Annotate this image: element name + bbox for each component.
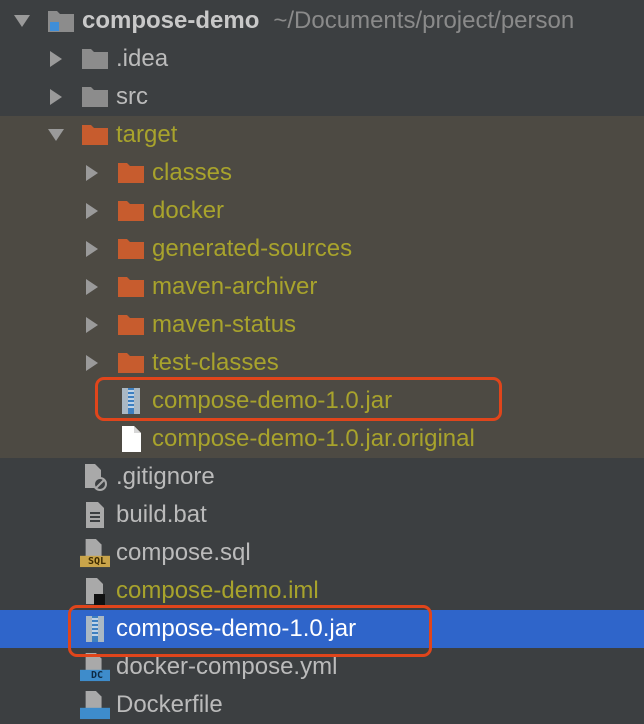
jar-file-icon xyxy=(80,614,110,644)
text-file-icon xyxy=(116,424,146,454)
tree-label: docker-compose.yml xyxy=(116,653,338,680)
tree-row-project-root[interactable]: compose-demo ~/Documents/project/person xyxy=(0,2,644,40)
iml-file-icon xyxy=(80,576,110,606)
tree-row-maven-status[interactable]: maven-status xyxy=(0,306,644,344)
tree-label: classes xyxy=(152,159,233,186)
tree-row-target-jar[interactable]: compose-demo-1.0.jar xyxy=(0,382,644,420)
chevron-right-icon[interactable] xyxy=(80,268,104,306)
folder-orange-icon xyxy=(116,310,146,340)
tree-row-maven-archiver[interactable]: maven-archiver xyxy=(0,268,644,306)
tree-row-compose-sql[interactable]: SQL compose.sql xyxy=(0,534,644,572)
tree-row-docker[interactable]: docker xyxy=(0,192,644,230)
tree-row-gitignore[interactable]: .gitignore xyxy=(0,458,644,496)
chevron-right-icon[interactable] xyxy=(80,230,104,268)
tree-row-classes[interactable]: classes xyxy=(0,154,644,192)
project-name: compose-demo xyxy=(82,7,260,34)
chevron-down-icon[interactable] xyxy=(10,2,34,40)
tree-row-idea[interactable]: .idea xyxy=(0,40,644,78)
tree-label: maven-status xyxy=(152,311,297,338)
tree-label: docker xyxy=(152,197,225,224)
tree-label: .gitignore xyxy=(116,463,215,490)
dc-badge-text: DC xyxy=(90,670,104,681)
tree-label: compose-demo-1.0.jar.original xyxy=(152,425,475,452)
chevron-right-icon[interactable] xyxy=(80,192,104,230)
tree-label: compose-demo-1.0.jar xyxy=(152,387,393,414)
folder-orange-icon xyxy=(116,158,146,188)
chevron-right-icon[interactable] xyxy=(80,306,104,344)
tree-row-docker-compose[interactable]: DC docker-compose.yml xyxy=(0,648,644,686)
tree-row-generated-sources[interactable]: generated-sources xyxy=(0,230,644,268)
chevron-right-icon[interactable] xyxy=(80,154,104,192)
folder-icon xyxy=(80,82,110,112)
chevron-right-icon[interactable] xyxy=(44,78,68,116)
folder-orange-icon xyxy=(116,272,146,302)
tree-label: maven-archiver xyxy=(152,273,318,300)
tree-row-jar-original[interactable]: compose-demo-1.0.jar.original xyxy=(0,420,644,458)
tree-row-iml[interactable]: compose-demo.iml xyxy=(0,572,644,610)
sql-badge-text: SQL xyxy=(87,556,107,567)
tree-label: generated-sources xyxy=(152,235,353,262)
tree-label: test-classes xyxy=(152,349,279,376)
folder-orange-icon xyxy=(116,196,146,226)
tree-row-dockerfile[interactable]: Dockerfile xyxy=(0,686,644,724)
project-path: ~/Documents/project/person xyxy=(273,7,575,34)
dockerfile-icon xyxy=(80,690,110,720)
tree-row-build-bat[interactable]: build.bat xyxy=(0,496,644,534)
tree-label: src xyxy=(116,83,148,110)
tree-label: compose-demo-1.0.jar xyxy=(116,615,357,642)
tree-label: build.bat xyxy=(116,501,207,528)
module-folder-icon xyxy=(46,6,76,36)
tree-row-selected-jar[interactable]: compose-demo-1.0.jar xyxy=(0,610,644,648)
folder-icon xyxy=(80,44,110,74)
tree-label: compose-demo.iml xyxy=(116,577,319,604)
folder-orange-icon xyxy=(80,120,110,150)
jar-file-icon xyxy=(116,386,146,416)
chevron-right-icon[interactable] xyxy=(80,344,104,382)
chevron-down-icon[interactable] xyxy=(44,116,68,154)
tree-label: .idea xyxy=(116,45,169,72)
tree-label: compose.sql xyxy=(116,539,251,566)
chevron-right-icon[interactable] xyxy=(44,40,68,78)
tree-row-target[interactable]: target xyxy=(0,116,644,154)
folder-orange-icon xyxy=(116,234,146,264)
tree-row-src[interactable]: src xyxy=(0,78,644,116)
folder-orange-icon xyxy=(116,348,146,378)
gitignore-file-icon xyxy=(80,462,110,492)
text-file-icon xyxy=(80,500,110,530)
tree-row-test-classes[interactable]: test-classes xyxy=(0,344,644,382)
tree-label: Dockerfile xyxy=(116,691,223,718)
tree-label: target xyxy=(116,121,178,148)
